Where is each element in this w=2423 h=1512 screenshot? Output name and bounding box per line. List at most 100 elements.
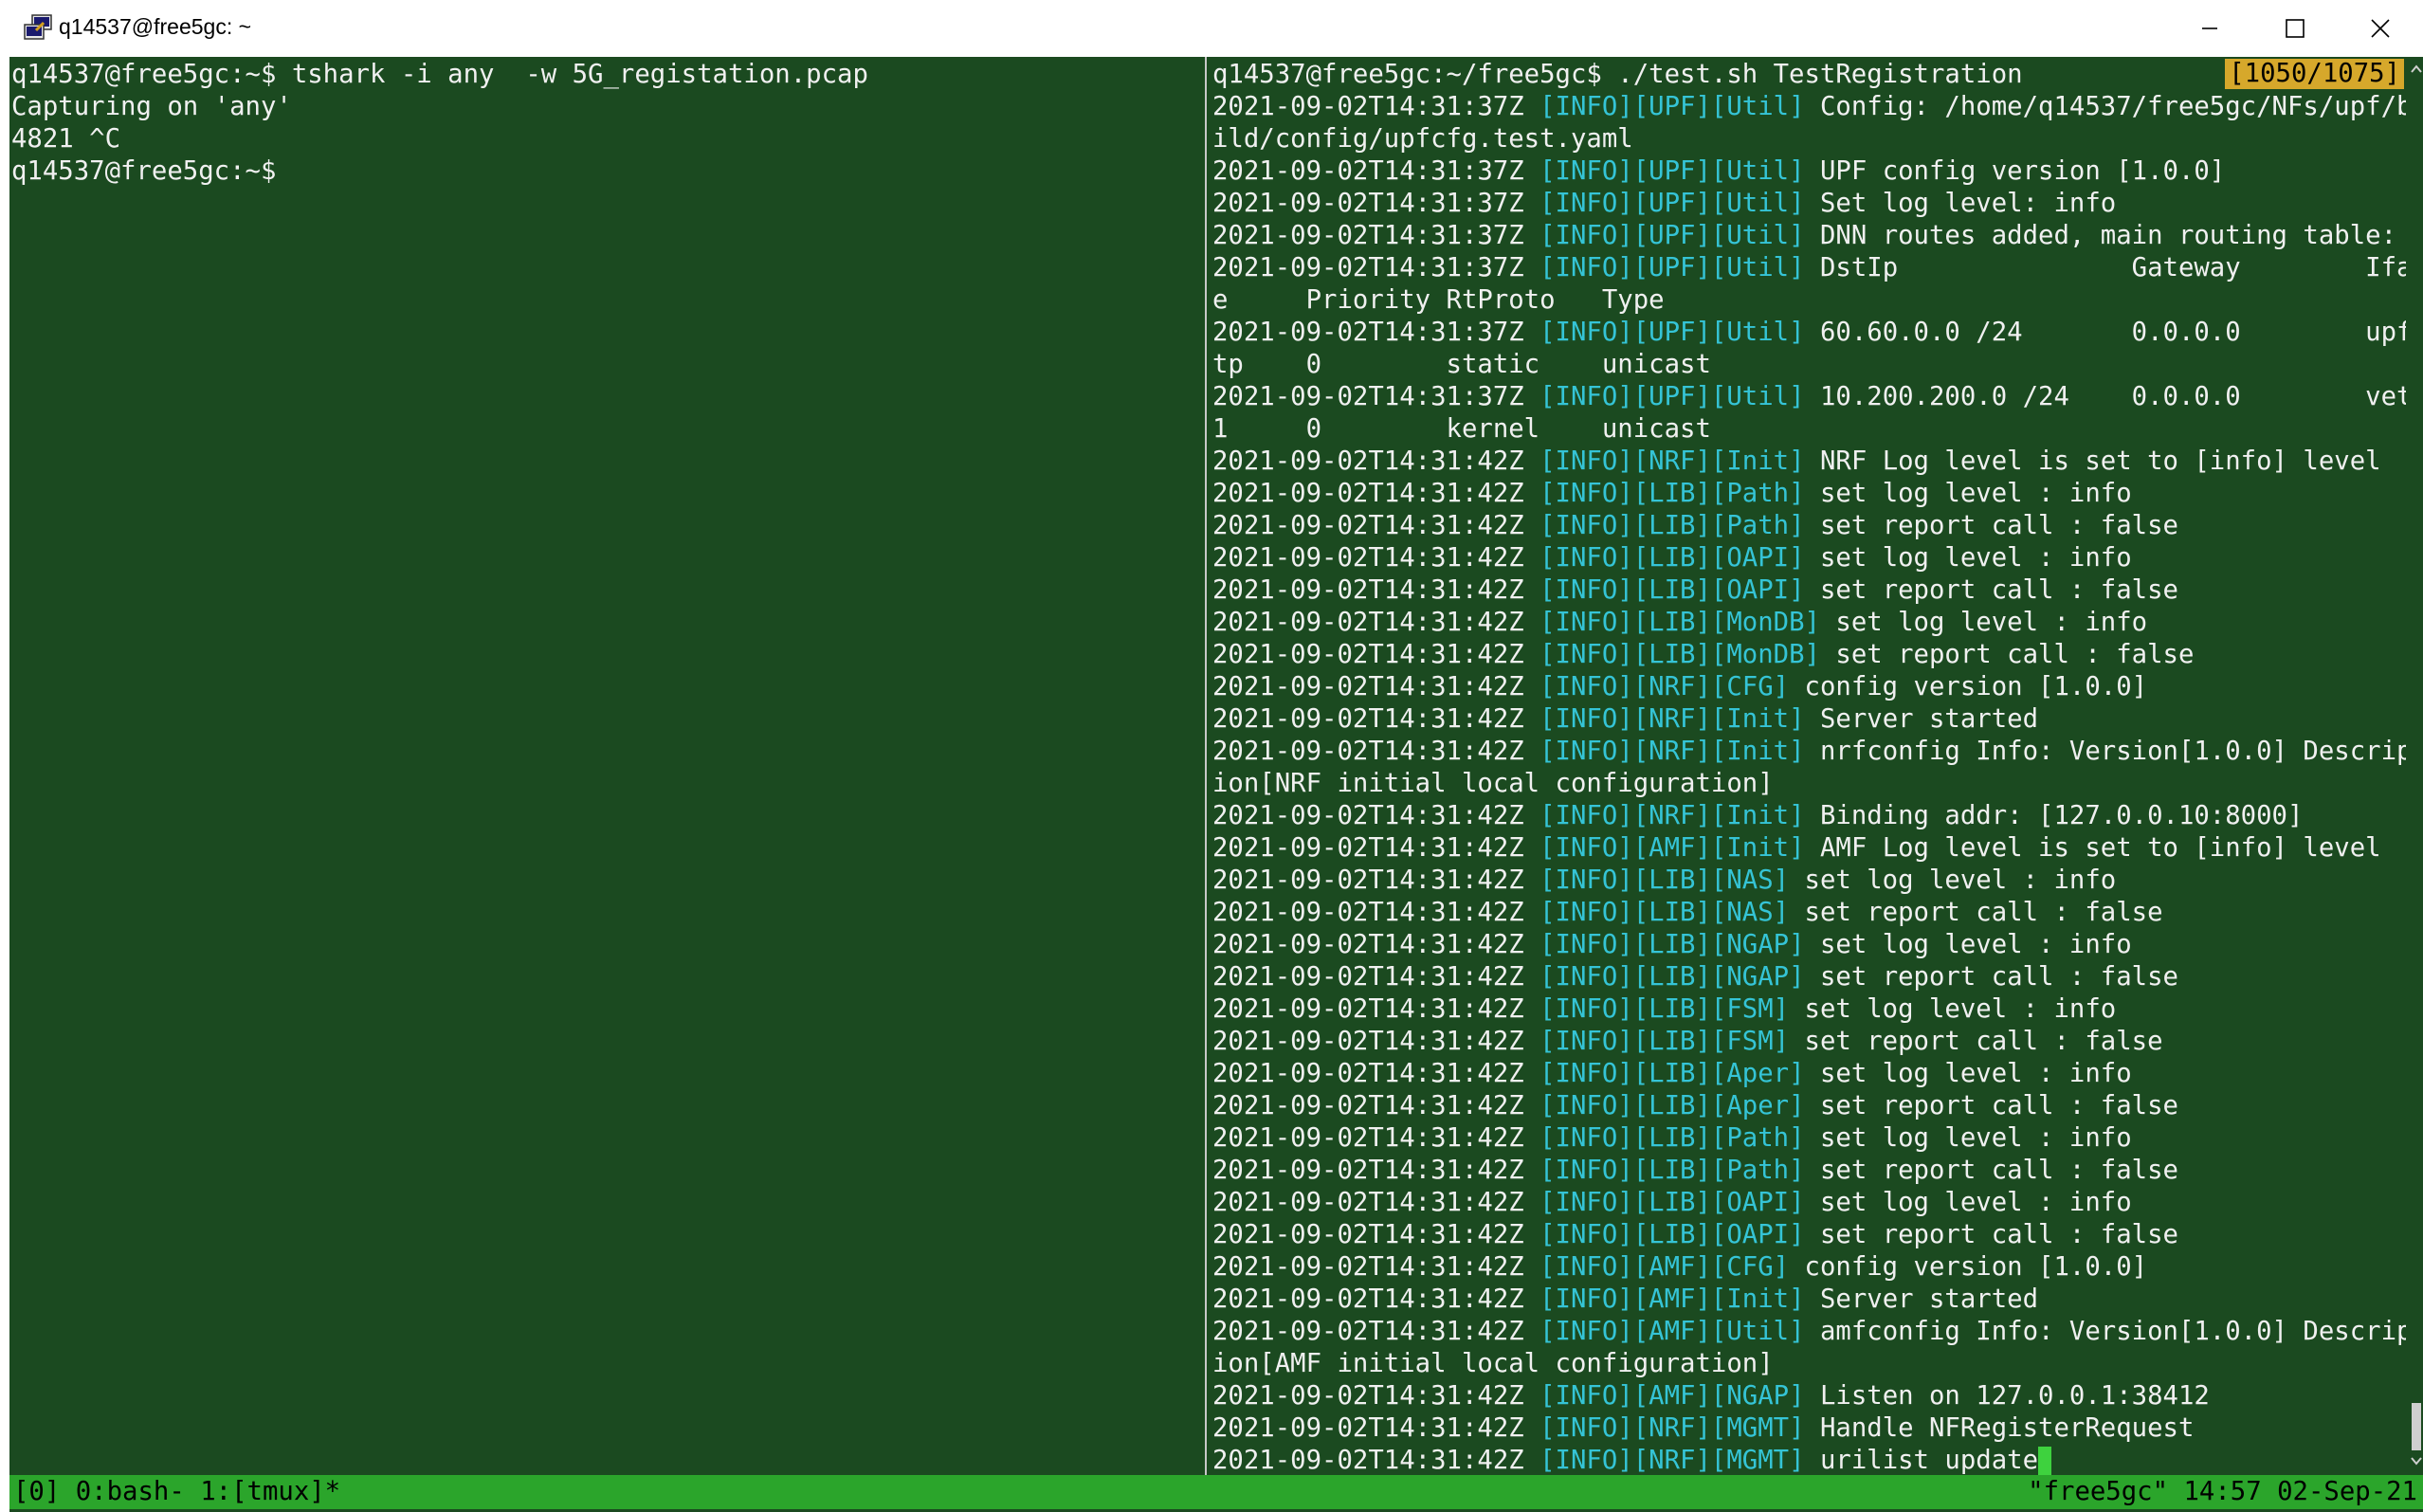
log-tag: [INFO][AMF][Init] <box>1539 1284 1805 1314</box>
log-tag: [INFO][LIB][Path] <box>1539 1123 1805 1153</box>
log-line: 2021-09-02T14:31:42Z [INFO][LIB][OAPI] s… <box>1212 1187 2132 1219</box>
log-message: DNN routes added, main routing table: <box>1819 221 2397 250</box>
log-tag: [INFO][NRF][CFG] <box>1539 672 1790 701</box>
log-line: 2021-09-02T14:31:37Z [INFO][UPF][Util] 6… <box>1212 317 2406 349</box>
log-timestamp: 2021-09-02T14:31:37Z <box>1212 156 1524 186</box>
log-line: 2021-09-02T14:31:42Z [INFO][LIB][OAPI] s… <box>1212 542 2132 574</box>
terminal-area[interactable]: q14537@free5gc:~$ tshark -i any -w 5G_re… <box>9 57 2423 1512</box>
log-message: set log level : info <box>1819 1123 2132 1153</box>
log-line: 2021-09-02T14:31:42Z [INFO][LIB][MonDB] … <box>1212 607 2147 639</box>
scroll-thumb[interactable] <box>2412 1403 2421 1450</box>
log-timestamp: 2021-09-02T14:31:42Z <box>1212 1284 1524 1314</box>
log-message: urilist update <box>1819 1446 2039 1475</box>
log-line: 2021-09-02T14:31:42Z [INFO][AMF][Init] S… <box>1212 1284 2038 1316</box>
scroll-up-icon[interactable] <box>2410 63 2423 76</box>
log-tag: [INFO][LIB][FSM] <box>1539 1027 1790 1056</box>
log-timestamp: 2021-09-02T14:31:42Z <box>1212 1123 1524 1153</box>
log-tag: [INFO][NRF][Init] <box>1539 704 1805 734</box>
log-message: 60.60.0.0 /24 0.0.0.0 upfg <box>1819 318 2406 347</box>
right-pane[interactable]: q14537@free5gc:~/free5gc$ ./test.sh Test… <box>1211 57 2406 1475</box>
log-message: Handle NFRegisterRequest <box>1819 1413 2195 1443</box>
minimize-button[interactable] <box>2167 0 2252 57</box>
log-tag: [INFO][NRF][Init] <box>1539 737 1805 766</box>
log-timestamp: 2021-09-02T14:31:42Z <box>1212 930 1524 959</box>
window-title: q14537@free5gc: ~ <box>59 14 252 39</box>
pane-divider[interactable] <box>1205 57 1207 1475</box>
status-session-time: "free5gc" 14:57 02-Sep-21 <box>2028 1477 2417 1506</box>
log-message: set log level : info <box>1819 1059 2132 1088</box>
log-line: 2021-09-02T14:31:42Z [INFO][LIB][OAPI] s… <box>1212 1219 2178 1251</box>
log-tag: [INFO][UPF][Util] <box>1539 92 1805 121</box>
log-tag: [INFO][LIB][MonDB] <box>1539 608 1820 637</box>
status-windows[interactable]: [0] 0:bash- 1:[tmux]* <box>13 1475 340 1509</box>
log-line: 2021-09-02T14:31:42Z [INFO][LIB][Aper] s… <box>1212 1090 2178 1122</box>
log-message: NRF Log level is set to [info] level <box>1819 446 2381 476</box>
log-timestamp: 2021-09-02T14:31:42Z <box>1212 801 1524 830</box>
log-tag: [INFO][UPF][Util] <box>1539 189 1805 218</box>
log-tag: [INFO][LIB][OAPI] <box>1539 1188 1805 1217</box>
scrollbar[interactable] <box>2410 57 2423 1475</box>
log-line: 2021-09-02T14:31:42Z [INFO][LIB][FSM] se… <box>1212 1026 2163 1058</box>
log-tag: [INFO][UPF][Util] <box>1539 221 1805 250</box>
left-pane-line: q14537@free5gc:~$ <box>11 156 277 186</box>
log-message: set report call : false <box>1819 1156 2178 1185</box>
log-timestamp: 2021-09-02T14:31:42Z <box>1212 1091 1524 1120</box>
log-tag: [INFO][NRF][MGMT] <box>1539 1413 1805 1443</box>
close-button[interactable] <box>2338 0 2423 57</box>
log-message: amfconfig Info: Version[1.0.0] Descript <box>1819 1317 2406 1346</box>
scroll-down-icon[interactable] <box>2410 1454 2423 1467</box>
log-line: 1 0 kernel unicast <box>1212 413 1711 446</box>
log-message: set report call : false <box>1819 1220 2178 1249</box>
log-timestamp: 2021-09-02T14:31:42Z <box>1212 1059 1524 1088</box>
log-message: nrfconfig Info: Version[1.0.0] Descript <box>1819 737 2406 766</box>
log-line: 2021-09-02T14:31:42Z [INFO][AMF][CFG] co… <box>1212 1251 2147 1284</box>
log-line: 2021-09-02T14:31:37Z [INFO][UPF][Util] D… <box>1212 220 2396 252</box>
log-line: ild/config/upfcfg.test.yaml <box>1212 123 1633 155</box>
title-bar[interactable]: q14537@free5gc: ~ <box>9 0 2423 57</box>
log-line: ion[NRF initial local configuration] <box>1212 768 1774 800</box>
tmux-status-bar: [0] 0:bash- 1:[tmux]* "free5gc" 14:57 02… <box>9 1475 2423 1509</box>
log-tag: [INFO][LIB][NAS] <box>1539 865 1790 895</box>
log-message: set report call : false <box>1804 898 2163 927</box>
log-line: e Priority RtProto Type <box>1212 284 1665 317</box>
log-timestamp: 2021-09-02T14:31:42Z <box>1212 672 1524 701</box>
terminal-window: q14537@free5gc: ~ q14537@free5gc:~$ tsha… <box>9 0 2423 1512</box>
log-message: 10.200.200.0 /24 0.0.0.0 veth <box>1819 382 2406 411</box>
log-message: UPF config version [1.0.0] <box>1819 156 2226 186</box>
log-line: 2021-09-02T14:31:42Z [INFO][LIB][OAPI] s… <box>1212 574 2178 607</box>
log-message: 1 0 kernel unicast <box>1212 414 1711 444</box>
log-line: 2021-09-02T14:31:42Z [INFO][LIB][MonDB] … <box>1212 639 2194 671</box>
log-message: set log level : info <box>1835 608 2148 637</box>
log-line: 2021-09-02T14:31:42Z [INFO][LIB][NGAP] s… <box>1212 929 2132 961</box>
log-timestamp: 2021-09-02T14:31:37Z <box>1212 189 1524 218</box>
log-timestamp: 2021-09-02T14:31:42Z <box>1212 575 1524 605</box>
log-message: set report call : false <box>1804 1027 2163 1056</box>
log-line: 2021-09-02T14:31:42Z [INFO][NRF][Init] B… <box>1212 800 2303 832</box>
log-message: config version [1.0.0] <box>1804 1252 2148 1282</box>
log-message: set log level : info <box>1804 865 2117 895</box>
log-line: 2021-09-02T14:31:42Z [INFO][LIB][Path] s… <box>1212 478 2132 510</box>
log-tag: [INFO][UPF][Util] <box>1539 156 1805 186</box>
log-line: 2021-09-02T14:31:42Z [INFO][LIB][Path] s… <box>1212 510 2178 542</box>
log-line: 2021-09-02T14:31:42Z [INFO][AMF][Init] A… <box>1212 832 2381 865</box>
log-tag: [INFO][UPF][Util] <box>1539 318 1805 347</box>
log-tag: [INFO][NRF][Init] <box>1539 446 1805 476</box>
maximize-icon <box>2286 19 2305 38</box>
log-line: 2021-09-02T14:31:42Z [INFO][AMF][Util] a… <box>1212 1316 2406 1348</box>
log-timestamp: 2021-09-02T14:31:42Z <box>1212 543 1524 573</box>
log-timestamp: 2021-09-02T14:31:42Z <box>1212 994 1524 1024</box>
log-timestamp: 2021-09-02T14:31:42Z <box>1212 1188 1524 1217</box>
log-tag: [INFO][LIB][Path] <box>1539 1156 1805 1185</box>
log-tag: [INFO][LIB][Aper] <box>1539 1091 1805 1120</box>
minimize-icon <box>2202 27 2217 29</box>
log-line: 2021-09-02T14:31:42Z [INFO][NRF][MGMT] H… <box>1212 1412 2194 1445</box>
left-pane[interactable]: q14537@free5gc:~$ tshark -i any -w 5G_re… <box>9 57 1201 1475</box>
log-message: set report call : false <box>1819 575 2178 605</box>
maximize-button[interactable] <box>2252 0 2338 57</box>
log-tag: [INFO][LIB][OAPI] <box>1539 1220 1805 1249</box>
log-line: 2021-09-02T14:31:37Z [INFO][UPF][Util] U… <box>1212 155 2225 188</box>
log-message: Server started <box>1819 1284 2039 1314</box>
log-line: 2021-09-02T14:31:42Z [INFO][NRF][CFG] co… <box>1212 671 2147 703</box>
log-timestamp: 2021-09-02T14:31:37Z <box>1212 318 1524 347</box>
log-tag: [INFO][NRF][MGMT] <box>1539 1446 1805 1475</box>
